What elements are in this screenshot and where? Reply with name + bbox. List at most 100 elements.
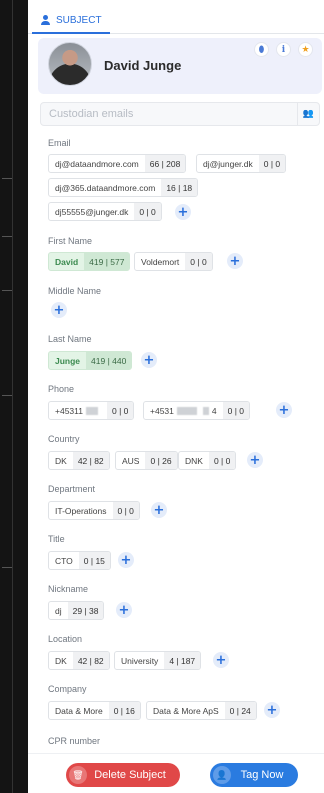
email-chip[interactable]: dj@365.dataandmore.com 16 | 18 xyxy=(48,178,199,197)
chip-value: IT-Operations xyxy=(55,505,107,516)
company-chip[interactable]: Data & More 0 | 16 xyxy=(48,701,141,720)
chip-value: David xyxy=(55,256,79,267)
chip-value: +45311 xyxy=(49,402,107,419)
action-footer: 🗑 Delete Subject 👤 Tag Now xyxy=(28,753,324,793)
divider xyxy=(12,0,13,793)
chip-value: Junge xyxy=(55,355,81,366)
redacted-digits xyxy=(202,406,209,415)
background-app-strip xyxy=(0,0,28,793)
phone-chip[interactable]: +45311 0 | 0 xyxy=(48,401,135,420)
subject-panel: SUBJECT David Junge ⬮ i ★ Custodian emai… xyxy=(28,0,324,793)
custodian-emails-field[interactable]: Custodian emails 👥 xyxy=(40,102,320,126)
chip-value: DK xyxy=(55,455,67,466)
chip-count: 4 | 187 xyxy=(164,652,201,669)
phone-number-suffix: 4 xyxy=(211,405,217,416)
chip-value: Data & More xyxy=(55,705,103,716)
subject-name: David Junge xyxy=(104,58,182,73)
add-email-button[interactable]: + xyxy=(175,204,191,220)
add-location-button[interactable]: + xyxy=(213,652,229,668)
chip-count: 42 | 82 xyxy=(72,652,109,669)
add-department-button[interactable]: + xyxy=(151,502,167,518)
last-name-chip[interactable]: Junge 419 | 440 xyxy=(48,351,133,370)
star-icon[interactable]: ★ xyxy=(298,42,313,57)
country-chip[interactable]: DK 42 | 82 xyxy=(48,451,110,470)
chip-value: CTO xyxy=(55,555,73,566)
tab-bar: SUBJECT xyxy=(28,0,324,34)
info-icon[interactable]: i xyxy=(276,42,291,57)
location-chip[interactable]: DK 42 | 82 xyxy=(48,651,110,670)
phone-label: Phone xyxy=(48,384,75,394)
chip-count: 0 | 15 xyxy=(78,552,110,569)
chip-value: DK xyxy=(55,655,67,666)
delete-subject-label: Delete Subject xyxy=(94,769,166,781)
chip-value: dj@dataandmore.com xyxy=(55,158,139,169)
delete-subject-button[interactable]: 🗑 Delete Subject xyxy=(66,763,180,787)
chip-count: 419 | 577 xyxy=(84,253,130,270)
user-tag-icon: 👤 xyxy=(213,766,231,784)
chip-value: AUS xyxy=(122,455,140,466)
location-chip[interactable]: University 4 | 187 xyxy=(114,651,202,670)
location-label: Location xyxy=(48,634,83,644)
country-chip[interactable]: DNK 0 | 0 xyxy=(178,451,237,470)
add-middle-name-button[interactable]: + xyxy=(51,302,67,318)
chip-count: 66 | 208 xyxy=(144,155,186,172)
nickname-chip[interactable]: dj 29 | 38 xyxy=(48,601,105,620)
last-name-label: Last Name xyxy=(48,334,92,344)
phone-number-visible: +4531 xyxy=(150,405,174,416)
email-chip[interactable]: dj55555@junger.dk 0 | 0 xyxy=(48,202,162,221)
redacted-digits xyxy=(176,406,197,415)
company-chip[interactable]: Data & More ApS 0 | 24 xyxy=(146,701,257,720)
phone-chip[interactable]: +4531 4 0 | 0 xyxy=(143,401,250,420)
chip-value: +4531 4 xyxy=(144,402,223,419)
country-chip[interactable]: AUS 0 | 26 xyxy=(115,451,178,470)
chip-value: dj55555@junger.dk xyxy=(55,206,129,217)
redacted-digits xyxy=(85,406,98,415)
add-last-name-button[interactable]: + xyxy=(141,352,157,368)
middle-name-label: Middle Name xyxy=(48,286,102,296)
add-country-button[interactable]: + xyxy=(247,452,263,468)
chip-count: 419 | 440 xyxy=(86,352,132,369)
group-icon[interactable]: 👥 xyxy=(297,103,319,125)
email-chip[interactable]: dj@dataandmore.com 66 | 208 xyxy=(48,154,187,173)
chip-count: 42 | 82 xyxy=(72,452,109,469)
chip-count: 0 | 0 xyxy=(222,402,249,419)
chip-count: 0 | 0 xyxy=(258,155,286,172)
custodian-emails-placeholder: Custodian emails xyxy=(49,108,134,120)
chip-value: dj xyxy=(55,605,62,616)
email-chip[interactable]: dj@junger.dk 0 | 0 xyxy=(196,154,287,173)
first-name-chip[interactable]: Voldemort 0 | 0 xyxy=(134,252,213,271)
tag-now-button[interactable]: 👤 Tag Now xyxy=(210,763,298,787)
first-name-chip[interactable]: David 419 | 577 xyxy=(48,252,131,271)
company-label: Company xyxy=(48,684,87,694)
chip-count: 29 | 38 xyxy=(67,602,104,619)
chip-count: 0 | 0 xyxy=(106,402,134,419)
add-company-button[interactable]: + xyxy=(264,702,280,718)
add-nickname-button[interactable]: + xyxy=(116,602,132,618)
subject-header: David Junge ⬮ i ★ xyxy=(38,38,322,94)
department-chip[interactable]: IT-Operations 0 | 0 xyxy=(48,501,140,520)
chip-count: 0 | 0 xyxy=(134,203,161,220)
chip-count: 0 | 26 xyxy=(145,452,177,469)
shield-icon[interactable]: ⬮ xyxy=(254,42,269,57)
add-phone-button[interactable]: + xyxy=(276,402,292,418)
chip-value: dj@junger.dk xyxy=(203,158,253,169)
add-title-button[interactable]: + xyxy=(118,552,134,568)
chip-count: 0 | 24 xyxy=(224,702,256,719)
cpr-number-label: CPR number xyxy=(48,736,101,746)
chip-value: Voldemort xyxy=(141,256,180,267)
tab-subject-label: SUBJECT xyxy=(56,14,102,26)
department-label: Department xyxy=(48,484,96,494)
marker xyxy=(2,395,12,396)
chip-value: Data & More ApS xyxy=(153,705,219,716)
email-label: Email xyxy=(48,138,71,148)
add-first-name-button[interactable]: + xyxy=(227,253,243,269)
marker xyxy=(2,236,12,237)
marker xyxy=(2,290,12,291)
title-chip[interactable]: CTO 0 | 15 xyxy=(48,551,111,570)
title-label: Title xyxy=(48,534,65,544)
tab-subject[interactable]: SUBJECT xyxy=(32,8,110,34)
trash-icon: 🗑 xyxy=(69,766,87,784)
avatar xyxy=(48,42,92,86)
chip-count: 0 | 16 xyxy=(108,702,140,719)
chip-count: 16 | 18 xyxy=(161,179,198,196)
